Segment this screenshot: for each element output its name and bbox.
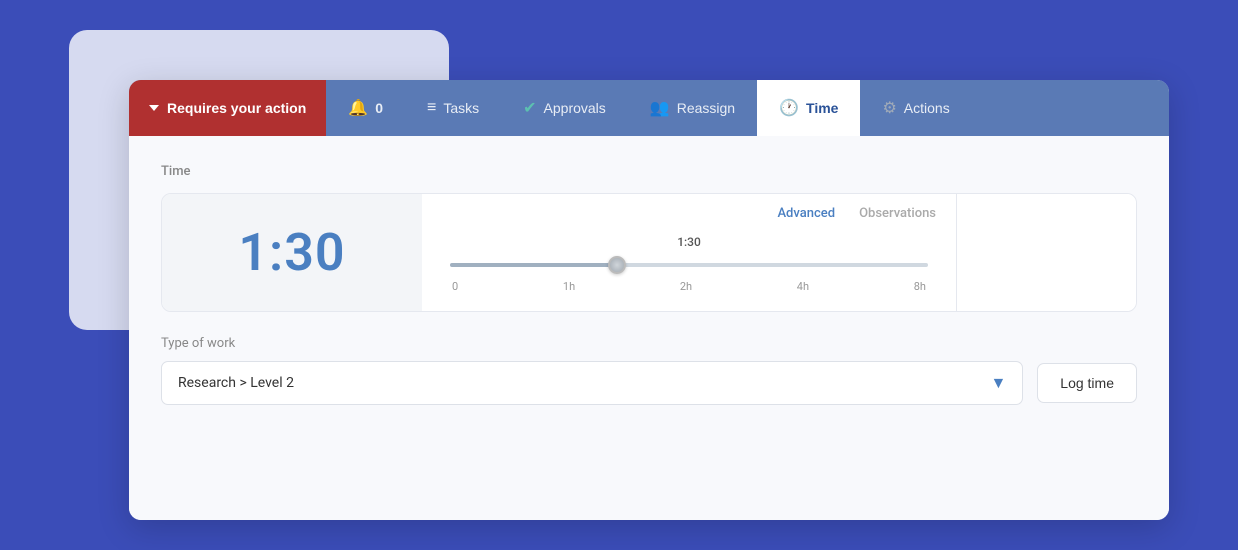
work-type-selected-value: Research > Level 2	[178, 375, 294, 391]
tab-tasks[interactable]: ≡ Tasks	[405, 80, 501, 136]
log-time-button[interactable]: Log time	[1037, 363, 1137, 403]
tick-0: 0	[452, 280, 458, 293]
work-type-section: Type of work Research > Level 2 ▼ Log ti…	[161, 336, 1137, 405]
tab-approvals[interactable]: ✔ Approvals	[501, 80, 628, 136]
reassign-icon: 👥	[650, 98, 670, 118]
tab-time[interactable]: 🕐 Time	[757, 80, 860, 136]
nav-tabs: 🔔 0 ≡ Tasks ✔ Approvals 👥 Reassign	[326, 80, 1169, 136]
tick-1h: 1h	[563, 280, 575, 293]
slider-container: 1:30 0 1h 2h 4h 8h	[422, 225, 956, 311]
tick-8h: 8h	[914, 280, 926, 293]
observations-tab-link[interactable]: Observations	[859, 206, 936, 221]
notification-count: 0	[375, 100, 383, 116]
bell-icon: 🔔	[348, 98, 368, 118]
time-row: 1:30 Advanced Observations 1:30	[161, 193, 1137, 312]
tab-reassign[interactable]: 👥 Reassign	[628, 80, 757, 136]
advanced-tab-link[interactable]: Advanced	[777, 206, 835, 221]
slider-ticks: 0 1h 2h 4h 8h	[450, 280, 928, 293]
tasks-label: Tasks	[443, 100, 479, 116]
time-display-box: 1:30	[162, 194, 422, 311]
tab-notifications[interactable]: 🔔 0	[326, 80, 405, 136]
main-card: Requires your action 🔔 0 ≡ Tasks ✔ Appro…	[129, 80, 1169, 520]
time-icon: 🕐	[779, 98, 799, 118]
section-title: Time	[161, 164, 1137, 179]
chevron-icon	[149, 105, 159, 111]
slider-thumb[interactable]	[608, 256, 626, 274]
work-type-select[interactable]: Research > Level 2 ▼	[161, 361, 1023, 405]
work-type-row: Research > Level 2 ▼ Log time	[161, 361, 1137, 405]
approvals-label: Approvals	[544, 100, 606, 116]
observations-panel	[956, 194, 1136, 311]
nav-bar: Requires your action 🔔 0 ≡ Tasks ✔ Appro…	[129, 80, 1169, 136]
tab-actions[interactable]: ⚙ Actions	[860, 80, 971, 136]
slider-observations-row: Advanced Observations 1:30 0 1h	[422, 194, 956, 311]
tasks-icon: ≡	[427, 99, 436, 117]
time-label: Time	[806, 100, 838, 116]
tick-4h: 4h	[797, 280, 809, 293]
actions-label: Actions	[904, 100, 950, 116]
tabs-advanced-obs: Advanced Observations	[422, 194, 956, 225]
reassign-label: Reassign	[677, 100, 735, 116]
approvals-icon: ✔	[523, 98, 536, 118]
slider-track-wrapper[interactable]	[450, 255, 928, 275]
actions-gear-icon: ⚙	[882, 98, 896, 118]
tick-2h: 2h	[680, 280, 692, 293]
slider-current-label: 1:30	[450, 235, 928, 249]
content-area: Time 1:30 Advanced Observations 1:30	[129, 136, 1169, 520]
dropdown-arrow-icon: ▼	[990, 373, 1006, 393]
action-button-label: Requires your action	[167, 100, 306, 116]
work-type-label: Type of work	[161, 336, 1137, 351]
requires-action-button[interactable]: Requires your action	[129, 80, 326, 136]
slider-track[interactable]	[450, 263, 928, 267]
time-value: 1:30	[238, 222, 345, 283]
